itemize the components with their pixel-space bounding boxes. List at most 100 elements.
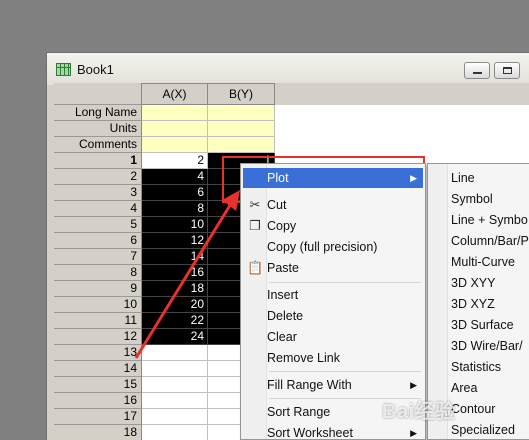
submenu-item[interactable]: Line + Symbo	[451, 210, 529, 231]
submenu-item[interactable]: Line	[451, 168, 529, 189]
table-cell[interactable]: 4	[142, 169, 208, 185]
minimize-icon	[473, 67, 482, 74]
meta-row-header[interactable]: Long Name	[54, 105, 142, 121]
row-header[interactable]: 2	[54, 169, 142, 185]
column-header-a[interactable]: A(X)	[142, 83, 208, 105]
meta-cell[interactable]	[142, 105, 208, 121]
table-cell[interactable]	[142, 409, 208, 425]
menu-item-remove-link[interactable]: Remove Link	[243, 348, 423, 368]
menu-item-sort-range-label: Sort Range	[267, 405, 331, 419]
submenu-item[interactable]: Area	[451, 378, 529, 399]
table-cell[interactable]: 24	[142, 329, 208, 345]
menu-item-fill-range-with[interactable]: Fill Range With ▶	[243, 375, 423, 395]
paste-icon: 📋	[247, 260, 264, 275]
row-header[interactable]: 11	[54, 313, 142, 329]
table-cell[interactable]	[142, 345, 208, 361]
watermark: Bai经验	[382, 401, 456, 423]
submenu-item[interactable]: 3D Surface	[451, 315, 529, 336]
menu-item-copy-full-label: Copy (full precision)	[267, 240, 378, 254]
window-title: Book1	[77, 62, 114, 77]
corner-cell[interactable]	[54, 83, 142, 105]
meta-row-header[interactable]: Comments	[54, 137, 142, 153]
submenu-item[interactable]: Multi-Curve	[451, 252, 529, 273]
submenu-item[interactable]: Specialized	[451, 420, 529, 440]
table-cell[interactable]: 16	[142, 265, 208, 281]
menu-item-cut[interactable]: ✂ Cut	[243, 195, 423, 215]
menu-item-cut-label: Cut	[267, 198, 287, 212]
row-header[interactable]: 5	[54, 217, 142, 233]
menu-item-paste-label: Paste	[267, 261, 299, 275]
submenu-item[interactable]: Contour	[451, 399, 529, 420]
row-header[interactable]: 9	[54, 281, 142, 297]
column-header-b[interactable]: B(Y)	[208, 83, 275, 105]
table-cell[interactable]: 18	[142, 281, 208, 297]
title-bar[interactable]: Book1	[47, 53, 529, 85]
meta-row-header[interactable]: Units	[54, 121, 142, 137]
row-header[interactable]: 6	[54, 233, 142, 249]
submenu-arrow-icon: ▶	[410, 173, 417, 183]
table-cell[interactable]: 6	[142, 185, 208, 201]
menu-separator	[269, 371, 421, 372]
table-cell[interactable]: 2	[142, 153, 208, 169]
meta-cell[interactable]	[208, 105, 275, 121]
maximize-icon	[503, 67, 512, 74]
menu-item-clear[interactable]: Clear	[243, 327, 423, 347]
meta-cell[interactable]	[142, 137, 208, 153]
menu-item-plot-label: Plot	[267, 171, 289, 185]
table-cell[interactable]	[142, 425, 208, 440]
menu-item-delete[interactable]: Delete	[243, 306, 423, 326]
table-cell[interactable]: 12	[142, 233, 208, 249]
row-header[interactable]: 10	[54, 297, 142, 313]
menu-separator	[269, 282, 421, 283]
menu-item-plot[interactable]: Plot ▶	[243, 168, 423, 188]
table-cell[interactable]: 10	[142, 217, 208, 233]
submenu-item[interactable]: 3D Wire/Bar/	[451, 336, 529, 357]
row-header[interactable]: 7	[54, 249, 142, 265]
table-cell[interactable]	[142, 393, 208, 409]
menu-item-delete-label: Delete	[267, 309, 304, 323]
row-header[interactable]: 18	[54, 425, 142, 440]
minimize-button[interactable]	[464, 62, 490, 79]
menu-item-clear-label: Clear	[267, 330, 297, 344]
submenu-item[interactable]: 3D XYZ	[451, 294, 529, 315]
menu-item-fill-range-label: Fill Range With	[267, 378, 352, 392]
row-header[interactable]: 4	[54, 201, 142, 217]
scissors-icon: ✂	[249, 197, 261, 212]
table-cell[interactable]	[142, 361, 208, 377]
submenu-item[interactable]: Symbol	[451, 189, 529, 210]
meta-cell[interactable]	[142, 121, 208, 137]
workbook-icon	[56, 63, 71, 76]
submenu-arrow-icon: ▶	[410, 428, 417, 438]
row-header[interactable]: 15	[54, 377, 142, 393]
row-header[interactable]: 13	[54, 345, 142, 361]
menu-item-paste[interactable]: 📋 Paste	[243, 258, 423, 278]
row-header[interactable]: 1	[54, 153, 142, 169]
copy-icon: ❐	[249, 218, 261, 233]
maximize-button[interactable]	[494, 62, 520, 79]
menu-item-copy-label: Copy	[267, 219, 297, 233]
row-header[interactable]: 3	[54, 185, 142, 201]
submenu-arrow-icon: ▶	[410, 380, 417, 390]
row-header[interactable]: 17	[54, 409, 142, 425]
menu-item-sort-worksheet-label: Sort Worksheet	[267, 426, 353, 440]
row-header[interactable]: 8	[54, 265, 142, 281]
submenu-item[interactable]: 3D XYY	[451, 273, 529, 294]
row-header[interactable]: 14	[54, 361, 142, 377]
submenu-item[interactable]: Statistics	[451, 357, 529, 378]
table-cell[interactable]: 22	[142, 313, 208, 329]
row-header[interactable]: 16	[54, 393, 142, 409]
meta-cell[interactable]	[208, 121, 275, 137]
menu-item-sort-worksheet[interactable]: Sort Worksheet ▶	[243, 423, 423, 440]
menu-item-remove-link-label: Remove Link	[267, 351, 340, 365]
menu-item-copy[interactable]: ❐ Copy	[243, 216, 423, 236]
table-cell[interactable]: 8	[142, 201, 208, 217]
submenu-item[interactable]: Column/Bar/P	[451, 231, 529, 252]
table-cell[interactable]	[142, 377, 208, 393]
menu-item-copy-full-precision[interactable]: Copy (full precision)	[243, 237, 423, 257]
menu-item-insert[interactable]: Insert	[243, 285, 423, 305]
menu-item-insert-label: Insert	[267, 288, 299, 302]
row-header[interactable]: 12	[54, 329, 142, 345]
table-cell[interactable]: 14	[142, 249, 208, 265]
meta-cell[interactable]	[208, 137, 275, 153]
table-cell[interactable]: 20	[142, 297, 208, 313]
